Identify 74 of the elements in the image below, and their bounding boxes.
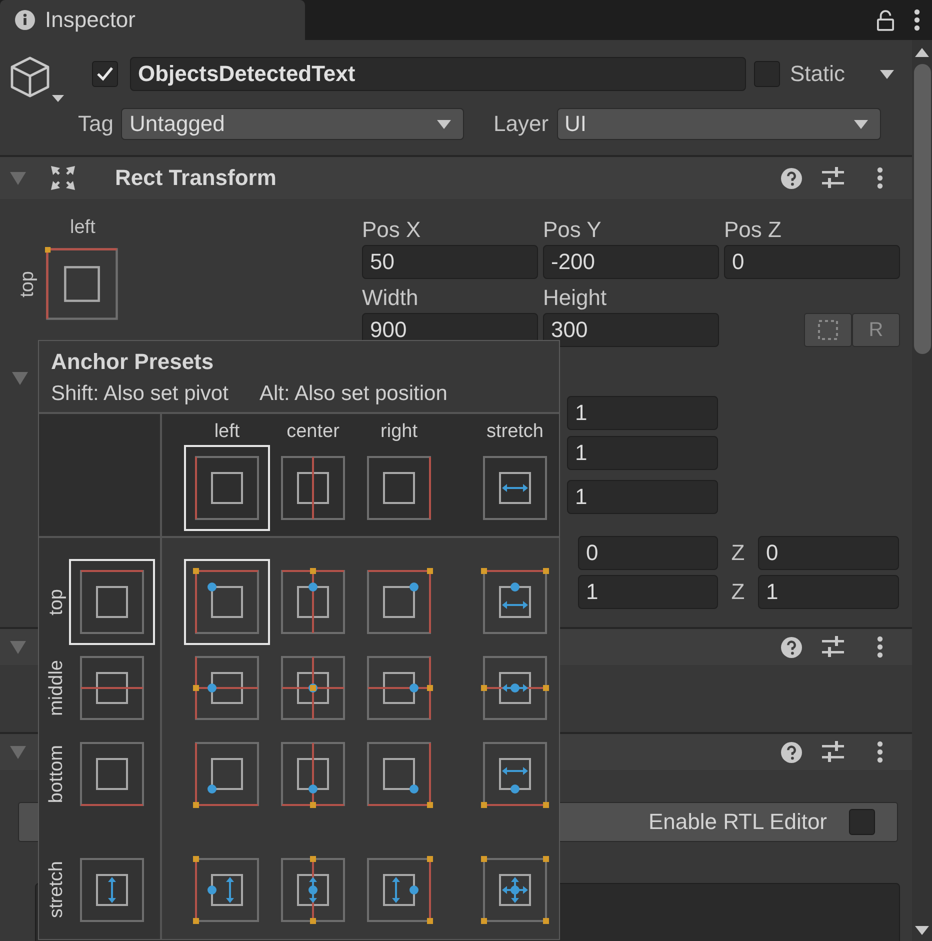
component-header[interactable]: Rect Transform [0,155,912,199]
scroll-down-icon[interactable] [915,926,929,935]
layer-label: Layer [493,111,549,137]
popup-title: Anchor Presets [51,349,214,374]
info-icon [15,10,35,30]
field-label: Pos X [362,216,422,244]
anchor-vertical-label: top [17,270,39,298]
number-field[interactable]: 1 [567,480,718,514]
lock-icon[interactable] [877,10,894,30]
anchor-preset-button[interactable] [184,559,270,645]
number-field[interactable]: 300 [543,313,719,347]
anchor-icon[interactable] [45,247,119,321]
kebab-menu-icon[interactable] [877,167,883,189]
kebab-menu-icon[interactable] [877,636,883,658]
anchor-preset-button[interactable] [184,445,270,531]
column-label: right [380,420,418,444]
number-field[interactable]: 1 [578,575,718,609]
field-label: Pos Y [543,216,602,244]
caret-icon [854,120,868,128]
foldout-toggle[interactable] [10,744,26,760]
number-field[interactable]: 0 [724,245,900,279]
caret-icon[interactable] [880,70,894,78]
column-label: left [214,420,240,444]
number-field[interactable]: 50 [362,245,538,279]
anchor-preset-button[interactable] [69,559,155,645]
number-field[interactable]: 1 [567,436,718,470]
sliders-icon[interactable] [822,636,844,658]
rtl-checkbox[interactable] [849,809,875,835]
row-label: bottom [45,744,68,804]
axis-label: Z [730,579,746,605]
field-label: Height [543,284,608,312]
column-label: center [286,420,340,444]
static-checkbox[interactable] [754,61,780,87]
foldout-toggle[interactable] [12,370,28,386]
row-label: middle [45,660,68,716]
number-field[interactable]: 1 [567,396,718,430]
axis-label: Z [730,540,746,566]
row-label: stretch [45,861,68,919]
field-label: Pos Z [724,216,782,244]
foldout-toggle[interactable] [10,170,26,186]
help-icon[interactable] [781,636,802,658]
layer-dropdown[interactable]: UI [556,108,881,140]
name-field[interactable]: ObjectsDetectedText [130,57,746,91]
tag-label: Tag [78,111,114,137]
hint-text: Alt: Also set position [259,382,448,406]
field-label: Width [362,284,420,312]
static-label: Static [790,61,846,87]
component-title: Rect Transform [115,165,276,191]
caret-icon [437,120,452,128]
help-icon[interactable] [781,168,802,188]
number-field[interactable]: 0 [758,536,899,570]
dashed-square-icon [818,320,838,340]
number-field[interactable]: 0 [578,536,718,570]
inspector-tab[interactable]: Inspector [0,0,305,40]
toggle-label: Enable RTL Editor [648,809,827,835]
number-field[interactable]: -200 [543,245,719,279]
kebab-menu-icon[interactable] [914,9,920,31]
help-icon[interactable] [781,742,802,762]
number-field[interactable]: 1 [758,575,899,609]
hint-text: Shift: Also set pivot [51,382,228,406]
row-label: top [45,588,68,616]
anchor-horizontal-label: left [70,217,96,239]
move-arrows-icon [50,165,76,191]
active-checkbox[interactable] [92,61,118,87]
scroll-up-icon[interactable] [915,48,929,57]
tag-dropdown[interactable]: Untagged [121,108,464,140]
sliders-icon[interactable] [822,741,844,763]
column-label: stretch [486,420,544,444]
sliders-icon[interactable] [822,167,844,189]
scrollbar[interactable] [912,40,932,941]
blueprint-mode-button[interactable] [804,313,852,347]
foldout-toggle[interactable] [10,639,26,655]
kebab-menu-icon[interactable] [877,741,883,763]
scrollbar-thumb[interactable] [914,64,930,354]
